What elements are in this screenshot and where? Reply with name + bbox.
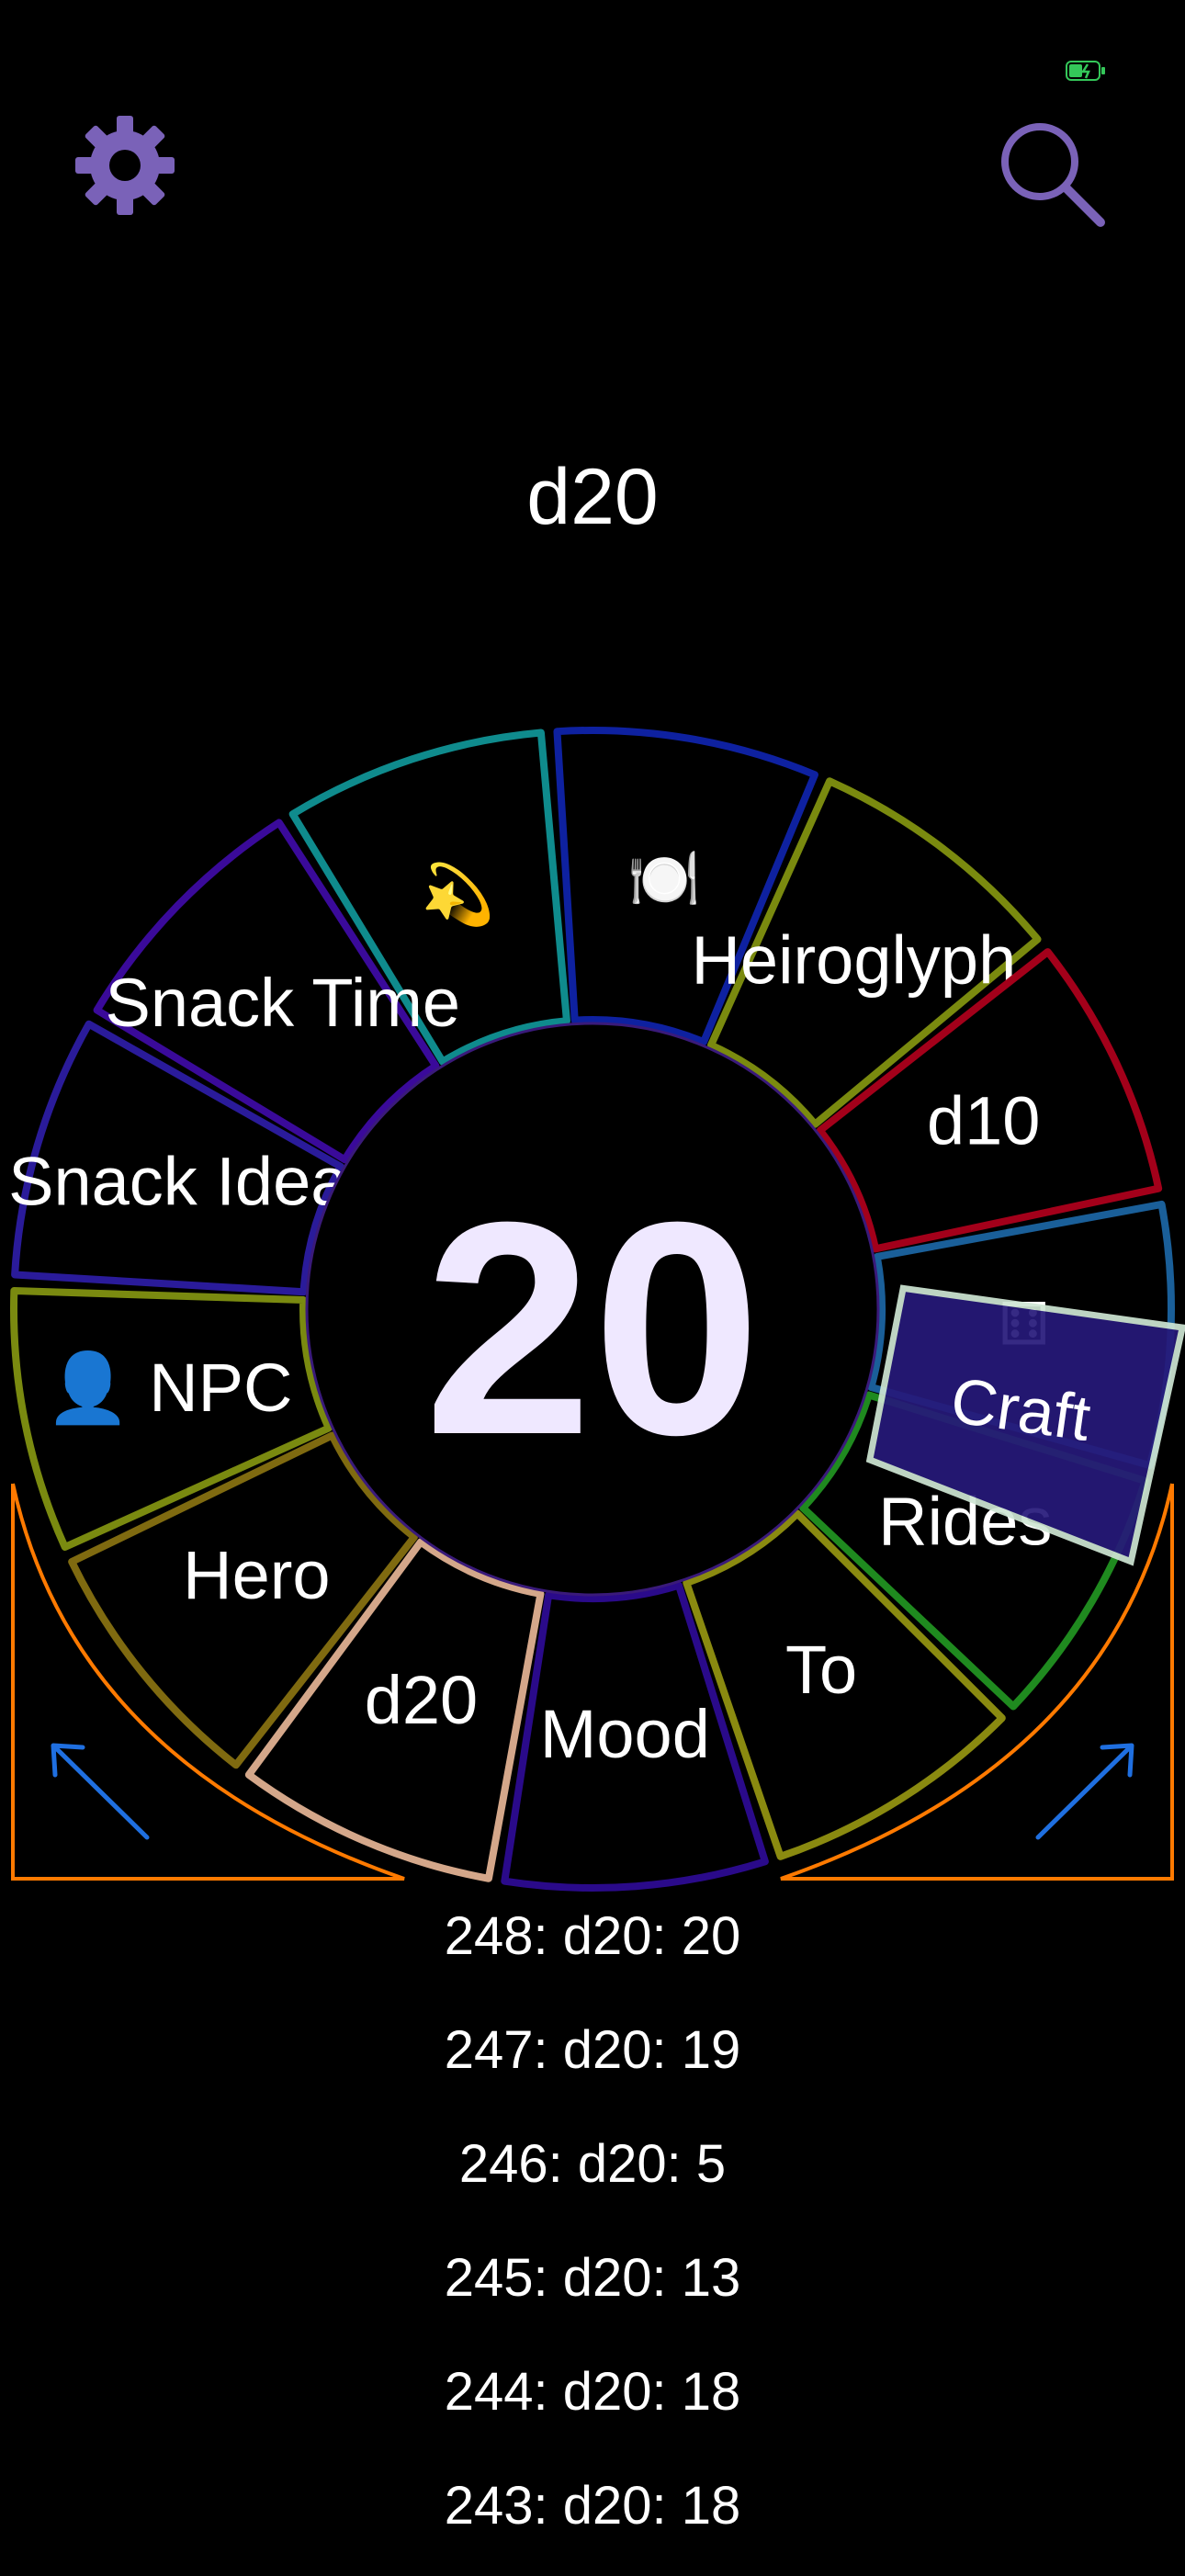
wheel-segment-label: Mood: [540, 1696, 710, 1772]
search-button[interactable]: [996, 118, 1110, 232]
dice-wheel[interactable]: 💫🍽️Heiroglyphd10⚅RidesToMoodd20Hero👤 NPC…: [0, 698, 1185, 1892]
history-row: 243: d20: 18: [444, 2476, 741, 2536]
wheel-segment-label: Snack Time: [105, 965, 460, 1041]
wheel-segment-label: 👤 NPC: [46, 1349, 293, 1427]
wheel-segment-label: d20: [365, 1662, 478, 1738]
history-row: 246: d20: 5: [458, 2134, 727, 2194]
search-icon: [1001, 123, 1105, 227]
wheel-segment-label: d10: [927, 1082, 1040, 1158]
roll-history-list: 248: d20: 20 247: d20: 19 246: d20: 5 245: …: [0, 1892, 1185, 2576]
wheel-segment-label: Hero: [183, 1537, 330, 1613]
rotate-clockwise-arrow-icon: [1035, 1743, 1134, 1840]
roll-result[interactable]: 20: [423, 1158, 761, 1497]
wheel-segment-label: 🍽️: [627, 845, 701, 911]
wheel-segment-label: 💫: [422, 861, 495, 931]
wheel-segment-label: Heiroglyph: [691, 921, 1016, 998]
rotate-counterclockwise-arrow-icon: [51, 1743, 150, 1840]
battery-charging-icon: [1066, 61, 1108, 81]
wheel-segment-label: Snack Idea: [8, 1143, 349, 1219]
history-row: 248: d20: 20: [444, 1906, 741, 1966]
wheel-segment-label: To: [785, 1632, 857, 1708]
gear-icon: [75, 116, 175, 215]
current-die-title: d20: [526, 453, 659, 541]
history-row: 244: d20: 18: [444, 2362, 741, 2422]
settings-button[interactable]: [73, 114, 176, 217]
history-row: 247: d20: 19: [444, 2020, 741, 2080]
history-row: 245: d20: 13: [444, 2248, 741, 2308]
